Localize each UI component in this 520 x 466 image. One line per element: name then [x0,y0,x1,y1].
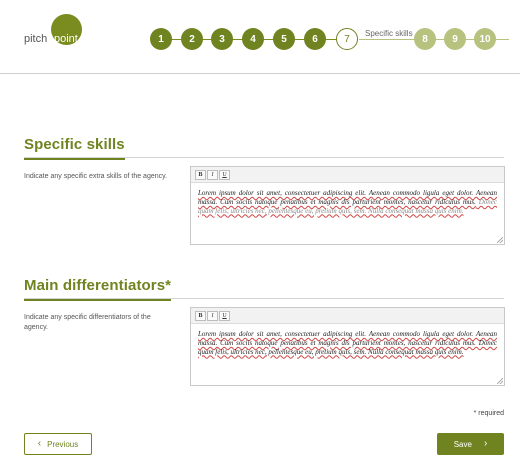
italic-button[interactable]: I [207,170,218,180]
underline-button[interactable]: U [219,170,230,180]
previous-button[interactable]: ‹ Previous [24,433,92,455]
step-7-current[interactable]: 7 [336,28,358,50]
step-5[interactable]: 5 [273,28,295,50]
save-button[interactable]: Save › [437,433,504,455]
logo-text-pitch: pitch [24,33,48,45]
step-8[interactable]: 8 [414,28,436,50]
pitchpoint-logo[interactable]: pitch point [24,14,84,50]
section-description: Indicate any specific extra skills of th… [24,173,168,180]
required-note: * required [473,410,504,417]
chevron-left-icon: ‹ [37,438,42,449]
step-1[interactable]: 1 [150,28,172,50]
previous-button-label: Previous [47,439,79,449]
bold-button[interactable]: B [195,311,206,321]
step-10[interactable]: 10 [474,28,496,50]
editor-text: Lorem ipsum dolor sit amet, consectetuer… [198,330,497,356]
step-9[interactable]: 9 [444,28,466,50]
step-6[interactable]: 6 [304,28,326,50]
progress-steps: 1 2 3 4 5 6 7 Specific skills 8 9 10 [150,28,510,52]
section-divider [24,157,504,158]
italic-button[interactable]: I [207,311,218,321]
editor-toolbar: B I U [191,167,504,183]
editor-content[interactable]: Lorem ipsum dolor sit amet, consectetuer… [191,183,504,221]
main-differentiators-editor[interactable]: B I U Lorem ipsum dolor sit amet, consec… [190,307,505,386]
step-3[interactable]: 3 [211,28,233,50]
current-step-label: Specific skills [362,29,416,38]
resize-handle[interactable] [497,378,503,384]
editor-toolbar: B I U [191,308,504,324]
bold-button[interactable]: B [195,170,206,180]
save-button-label: Save [453,439,472,449]
section-divider [24,298,504,299]
section-description: Indicate any specific differentiators of… [24,314,151,331]
chevron-right-icon: › [483,438,488,449]
editor-text: Lorem ipsum dolor sit amet, consectetuer… [198,189,497,206]
underline-button[interactable]: U [219,311,230,321]
specific-skills-editor[interactable]: B I U Lorem ipsum dolor sit amet, consec… [190,166,505,245]
logo-text-point: point [54,33,78,45]
header: pitch point 1 2 3 4 5 6 7 Specific skill… [0,0,520,74]
editor-content[interactable]: Lorem ipsum dolor sit amet, consectetuer… [191,324,504,362]
step-2[interactable]: 2 [181,28,203,50]
resize-handle[interactable] [497,237,503,243]
step-4[interactable]: 4 [242,28,264,50]
